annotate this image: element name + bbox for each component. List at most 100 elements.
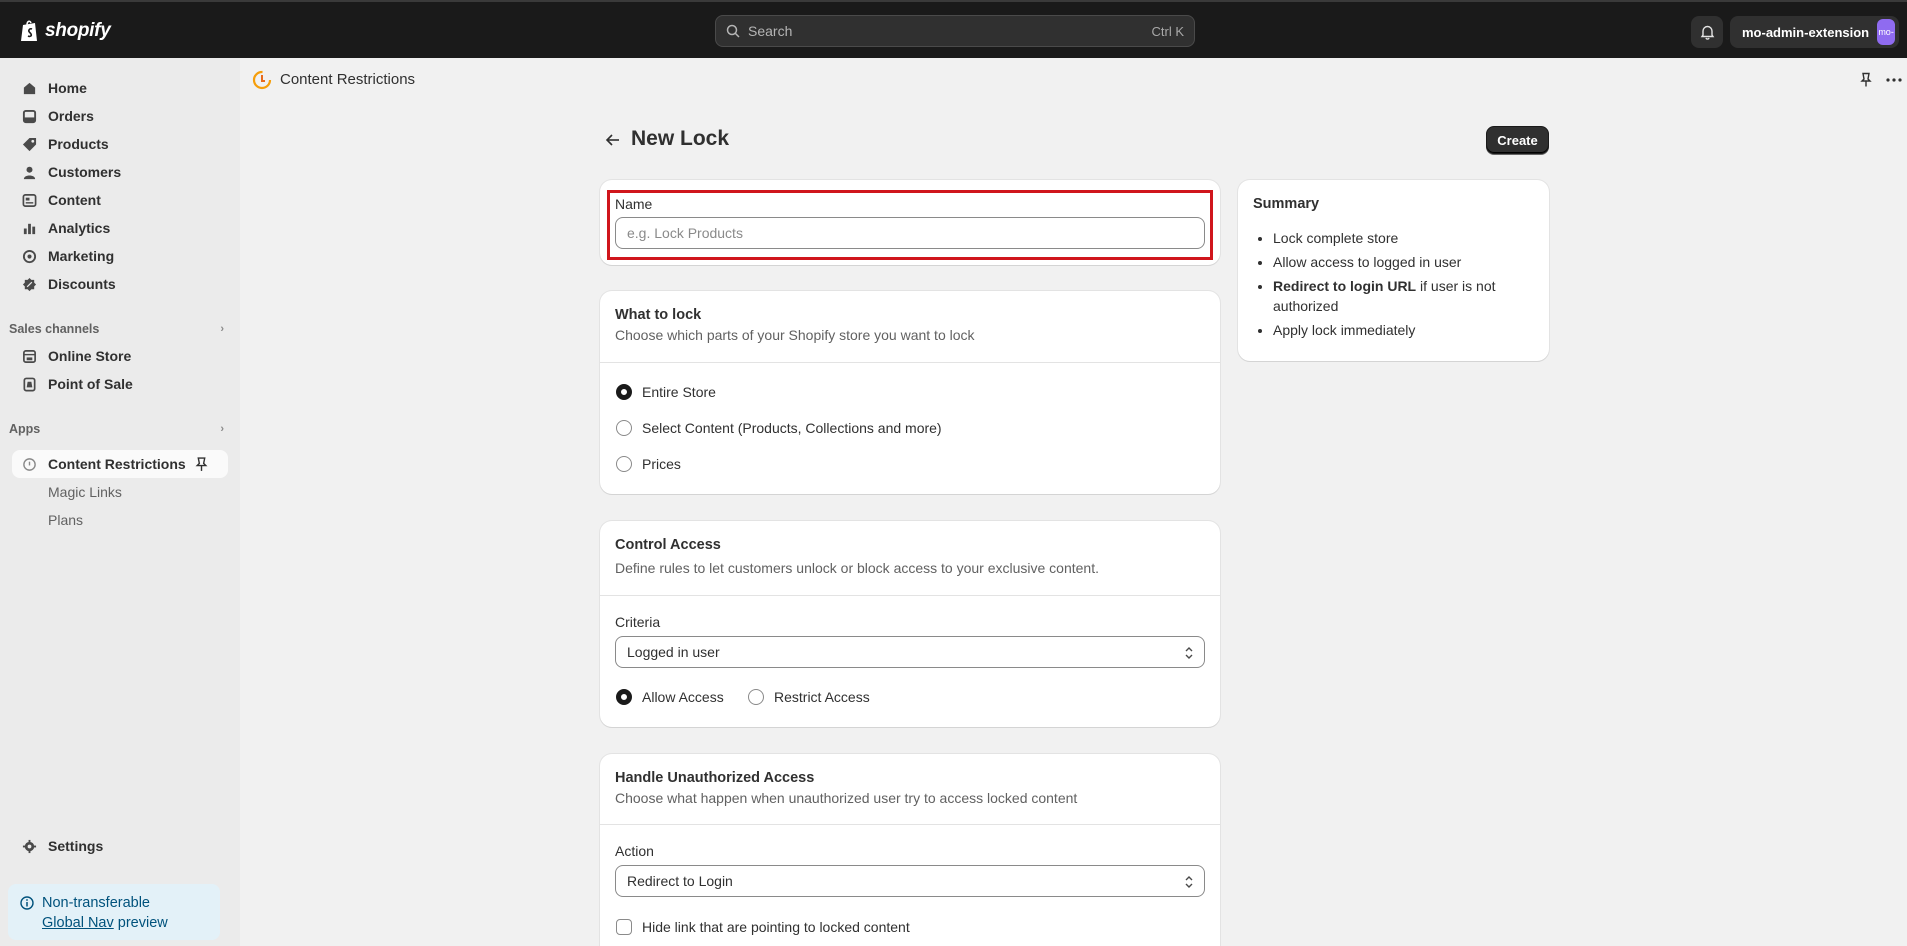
summary-item: Redirect to login URL if user is not aut… — [1273, 276, 1534, 316]
sidebar-item-orders[interactable]: Orders — [12, 102, 228, 130]
sidebar-item-marketing[interactable]: Marketing — [12, 242, 228, 270]
sidebar-item-online-store[interactable]: Online Store — [12, 342, 228, 370]
radio-prices[interactable]: Prices — [616, 456, 681, 472]
back-arrow-icon[interactable] — [605, 132, 621, 148]
page-title: New Lock — [631, 127, 730, 150]
sales-channels-label: Sales channels — [9, 322, 100, 336]
sidebar-item-label: Settings — [48, 838, 104, 854]
sidebar-item-point-of-sale[interactable]: Point of Sale — [12, 370, 228, 398]
summary-list: Lock complete store Allow access to logg… — [1253, 228, 1534, 340]
sidebar-item-label: Home — [48, 80, 87, 96]
bell-icon — [1700, 25, 1714, 40]
radio-button[interactable] — [616, 384, 632, 400]
sidebar-subitem-plans[interactable]: Plans — [48, 512, 83, 528]
content-restrictions-app-icon — [23, 457, 36, 471]
sidebar-item-label: Content — [48, 192, 101, 208]
criteria-label: Criteria — [615, 614, 661, 630]
hide-links-checkbox-row[interactable]: Hide link that are pointing to locked co… — [616, 919, 910, 935]
notice-text: Non-transferable — [42, 895, 150, 911]
summary-item: Allow access to logged in user — [1273, 252, 1534, 272]
summary-card: Summary Lock complete store Allow access… — [1238, 180, 1549, 361]
what-to-lock-title: What to lock — [615, 307, 702, 323]
app-title: Content Restrictions — [280, 71, 416, 88]
apps-header[interactable]: Apps › — [9, 422, 224, 436]
sidebar: Home Orders Products Customers Content A… — [0, 58, 240, 946]
radio-button[interactable] — [616, 420, 632, 436]
radio-label: Prices — [642, 456, 681, 472]
radio-entire-store[interactable]: Entire Store — [616, 384, 716, 400]
sidebar-item-customers[interactable]: Customers — [12, 158, 228, 186]
sidebar-item-analytics[interactable]: Analytics — [12, 214, 228, 242]
summary-item-bold: Redirect to login URL — [1273, 278, 1417, 294]
unauthorized-description: Choose what happen when unauthorized use… — [615, 790, 1078, 806]
top-bar: shopify Search Ctrl K mo-admin-extension… — [0, 0, 1907, 58]
pin-icon[interactable] — [194, 457, 209, 472]
sidebar-item-content-restrictions[interactable]: Content Restrictions — [12, 450, 228, 478]
more-horizontal-icon[interactable] — [1885, 72, 1903, 88]
create-button[interactable]: Create — [1486, 126, 1549, 154]
name-field-highlight — [607, 190, 1213, 260]
summary-item: Lock complete store — [1273, 228, 1534, 248]
sidebar-item-label: Discounts — [48, 276, 116, 292]
hide-links-checkbox[interactable] — [616, 919, 632, 935]
gear-icon — [22, 839, 37, 853]
content-icon — [22, 193, 37, 207]
shopify-bag-icon — [21, 20, 37, 41]
global-nav-link[interactable]: Global Nav — [42, 915, 114, 931]
pin-icon[interactable] — [1858, 72, 1874, 88]
home-icon — [23, 82, 36, 94]
select-arrows-icon — [1185, 876, 1193, 888]
sidebar-item-label: Products — [48, 136, 109, 152]
account-menu-button[interactable]: mo-admin-extension mo- — [1730, 16, 1899, 48]
target-icon — [22, 249, 37, 263]
pos-icon — [23, 377, 36, 391]
sidebar-item-label: Orders — [48, 108, 94, 124]
radio-label: Allow Access — [642, 689, 724, 705]
radio-restrict-access[interactable]: Restrict Access — [748, 689, 870, 705]
sidebar-subitem-magic-links[interactable]: Magic Links — [48, 484, 122, 500]
sidebar-item-label: Online Store — [48, 348, 132, 364]
avatar: mo- — [1877, 19, 1895, 45]
bar-chart-icon — [23, 223, 36, 234]
sidebar-item-home[interactable]: Home — [12, 74, 228, 102]
search-icon — [726, 24, 740, 38]
search-bar[interactable]: Search Ctrl K — [715, 15, 1195, 47]
select-arrows-icon — [1185, 647, 1193, 659]
sidebar-item-content[interactable]: Content — [12, 186, 228, 214]
search-placeholder: Search — [748, 23, 793, 39]
criteria-value: Logged in user — [627, 644, 720, 660]
summary-title: Summary — [1253, 196, 1320, 212]
content-restrictions-logo-icon — [252, 70, 272, 90]
shopify-wordmark: shopify — [45, 20, 111, 41]
divider — [600, 595, 1220, 596]
chevron-right-icon: › — [220, 323, 224, 335]
orders-icon — [22, 109, 37, 123]
radio-button[interactable] — [748, 689, 764, 705]
criteria-select[interactable]: Logged in user — [615, 636, 1205, 668]
action-label: Action — [615, 843, 654, 859]
radio-button[interactable] — [616, 689, 632, 705]
sidebar-item-discounts[interactable]: Discounts — [12, 270, 228, 298]
sidebar-item-products[interactable]: Products — [12, 130, 228, 158]
radio-allow-access[interactable]: Allow Access — [616, 689, 724, 705]
action-select[interactable]: Redirect to Login — [615, 865, 1205, 897]
radio-select-content[interactable]: Select Content (Products, Collections an… — [616, 420, 942, 436]
search-shortcut: Ctrl K — [1151, 23, 1185, 39]
apps-label: Apps — [9, 422, 41, 436]
divider — [600, 362, 1220, 363]
notifications-button[interactable] — [1691, 16, 1723, 48]
tag-icon — [22, 137, 37, 151]
shopify-logo[interactable]: shopify — [20, 19, 111, 43]
app-header: Content Restrictions — [240, 58, 1907, 102]
summary-item: Apply lock immediately — [1273, 320, 1534, 340]
action-value: Redirect to Login — [627, 873, 733, 889]
radio-button[interactable] — [616, 456, 632, 472]
sidebar-item-label: Marketing — [48, 248, 115, 264]
what-to-lock-description: Choose which parts of your Shopify store… — [615, 327, 975, 343]
notice-text-after: preview — [117, 915, 168, 931]
person-icon — [23, 166, 36, 179]
sales-channels-header[interactable]: Sales channels › — [9, 322, 224, 336]
discount-icon — [22, 277, 37, 291]
sidebar-item-settings[interactable]: Settings — [12, 832, 228, 860]
chevron-right-icon: › — [220, 423, 224, 435]
